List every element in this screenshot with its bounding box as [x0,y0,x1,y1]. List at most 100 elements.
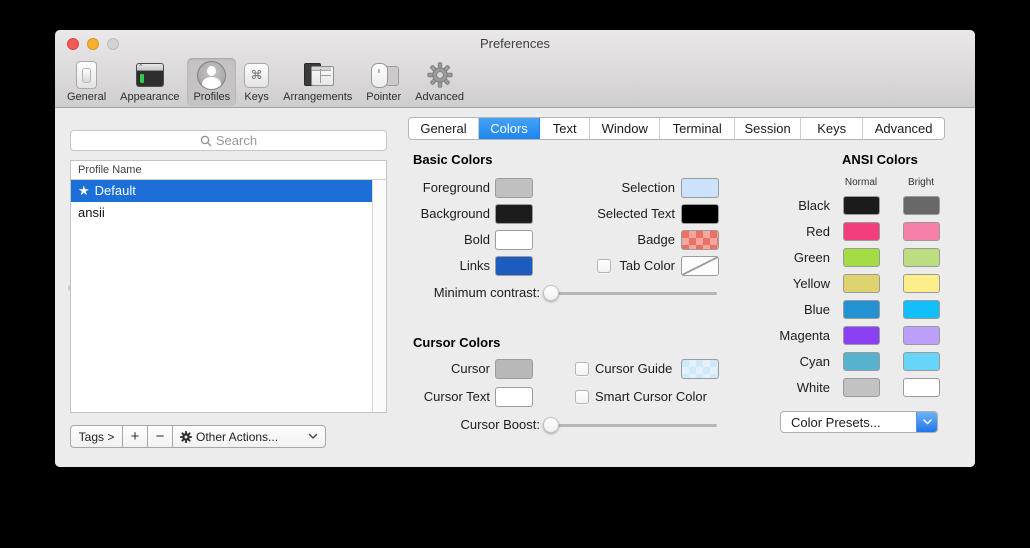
dropdown-arrow-button [916,412,937,432]
window-header: Preferences General × Appearance Profile… [55,30,975,108]
general-icon [76,60,97,90]
minimum-contrast-slider[interactable] [543,285,717,301]
toolbar-item-arrangements[interactable]: Arrangements [277,58,358,106]
ansi-white-label: White [760,378,830,397]
cursor-colors-title: Cursor Colors [413,335,500,350]
cursor-label: Cursor [390,359,490,379]
chevron-down-icon [308,433,318,440]
ansi-colors-title: ANSI Colors [842,152,918,167]
default-star-icon: ★ [78,183,90,198]
background-label: Background [390,204,490,224]
search-input[interactable]: Search [70,130,387,151]
links-color-well[interactable] [495,256,533,276]
advanced-gear-icon [427,60,453,90]
ansi-magenta-normal-well[interactable] [843,326,880,345]
cursor-text-color-well[interactable] [495,387,533,407]
ansi-black-bright-well[interactable] [903,196,940,215]
ansi-cyan-bright-well[interactable] [903,352,940,371]
profiles-icon [197,60,226,90]
tab-text[interactable]: Text [540,118,590,139]
toolbar-item-keys[interactable]: ⌘ Keys [238,58,275,106]
profile-row-label: Default [95,183,136,198]
search-placeholder: Search [216,133,257,148]
tab-session[interactable]: Session [735,118,801,139]
tab-general[interactable]: General [409,118,479,139]
ansi-green-bright-well[interactable] [903,248,940,267]
ansi-yellow-label: Yellow [760,274,830,293]
ansi-bright-column-header: Bright [891,177,951,188]
ansi-blue-label: Blue [760,300,830,319]
slider-track [543,424,717,427]
bold-color-well[interactable] [495,230,533,250]
minimum-contrast-label: Minimum contrast: [400,283,540,303]
tab-advanced[interactable]: Advanced [863,118,944,139]
profile-list: Profile Name ★Default ansii [70,160,387,413]
cursor-color-well[interactable] [495,359,533,379]
tab-terminal[interactable]: Terminal [660,118,735,139]
smart-cursor-color-checkbox[interactable] [575,390,589,404]
toolbar-item-general[interactable]: General [61,58,112,106]
cursor-guide-color-well[interactable] [681,359,719,379]
tags-button[interactable]: Tags > [71,426,123,447]
other-actions-label: Other Actions... [196,430,278,444]
selected-text-color-well[interactable] [681,204,719,224]
toolbar-item-advanced[interactable]: Advanced [409,58,470,106]
cursor-text-label: Cursor Text [390,387,490,407]
ansi-green-normal-well[interactable] [843,248,880,267]
cursor-guide-checkbox[interactable] [575,362,589,376]
preferences-window: Preferences General × Appearance Profile… [55,30,975,467]
appearance-icon: × [136,60,164,90]
arrangements-icon [303,60,333,90]
screenshot-stage: Preferences General × Appearance Profile… [0,0,1030,548]
toolbar-item-profiles[interactable]: Profiles [187,58,236,106]
background-color-well[interactable] [495,204,533,224]
badge-color-well[interactable] [681,230,719,250]
foreground-label: Foreground [390,178,490,198]
ansi-yellow-bright-well[interactable] [903,274,940,293]
scrollbar-track[interactable] [372,161,386,412]
selection-label: Selection [535,178,675,198]
ansi-red-label: Red [760,222,830,241]
add-profile-button[interactable]: + [123,426,148,447]
slider-track [543,292,717,295]
search-icon [200,135,212,147]
profile-row-default[interactable]: ★ Default [71,180,373,202]
other-actions-button[interactable]: Other Actions... [173,426,325,447]
toolbar-item-pointer[interactable]: Pointer [360,58,407,106]
ansi-green-label: Green [760,248,830,267]
tab-color-label: Tab Color [595,256,675,276]
foreground-color-well[interactable] [495,178,533,198]
toolbar-item-appearance[interactable]: × Appearance [114,58,185,106]
tab-color-well[interactable] [681,256,719,276]
color-presets-label: Color Presets... [781,415,916,430]
badge-label: Badge [535,230,675,250]
cursor-boost-label: Cursor Boost: [400,415,540,435]
remove-profile-button[interactable]: − [148,426,173,447]
selection-color-well[interactable] [681,178,719,198]
profile-list-body: ★ Default ansii [71,180,373,224]
profile-actions-bar: Tags > + − [70,425,326,448]
ansi-cyan-label: Cyan [760,352,830,371]
slider-knob[interactable] [543,285,559,301]
ansi-blue-bright-well[interactable] [903,300,940,319]
slider-knob[interactable] [543,417,559,433]
tab-window[interactable]: Window [590,118,660,139]
ansi-black-normal-well[interactable] [843,196,880,215]
ansi-magenta-bright-well[interactable] [903,326,940,345]
ansi-white-bright-well[interactable] [903,378,940,397]
ansi-blue-normal-well[interactable] [843,300,880,319]
selected-text-label: Selected Text [535,204,675,224]
basic-colors-title: Basic Colors [413,152,492,167]
ansi-red-normal-well[interactable] [843,222,880,241]
profile-row-ansii[interactable]: ansii [71,202,373,224]
profile-settings-tabs: General Colors Text Window Terminal Sess… [408,117,945,140]
ansi-yellow-normal-well[interactable] [843,274,880,293]
color-presets-dropdown[interactable]: Color Presets... [780,411,938,433]
tab-keys[interactable]: Keys [801,118,863,139]
ansi-white-normal-well[interactable] [843,378,880,397]
ansi-cyan-normal-well[interactable] [843,352,880,371]
cursor-guide-label: Cursor Guide [595,362,672,376]
tab-colors[interactable]: Colors [479,118,540,139]
cursor-boost-slider[interactable] [543,417,717,433]
ansi-red-bright-well[interactable] [903,222,940,241]
